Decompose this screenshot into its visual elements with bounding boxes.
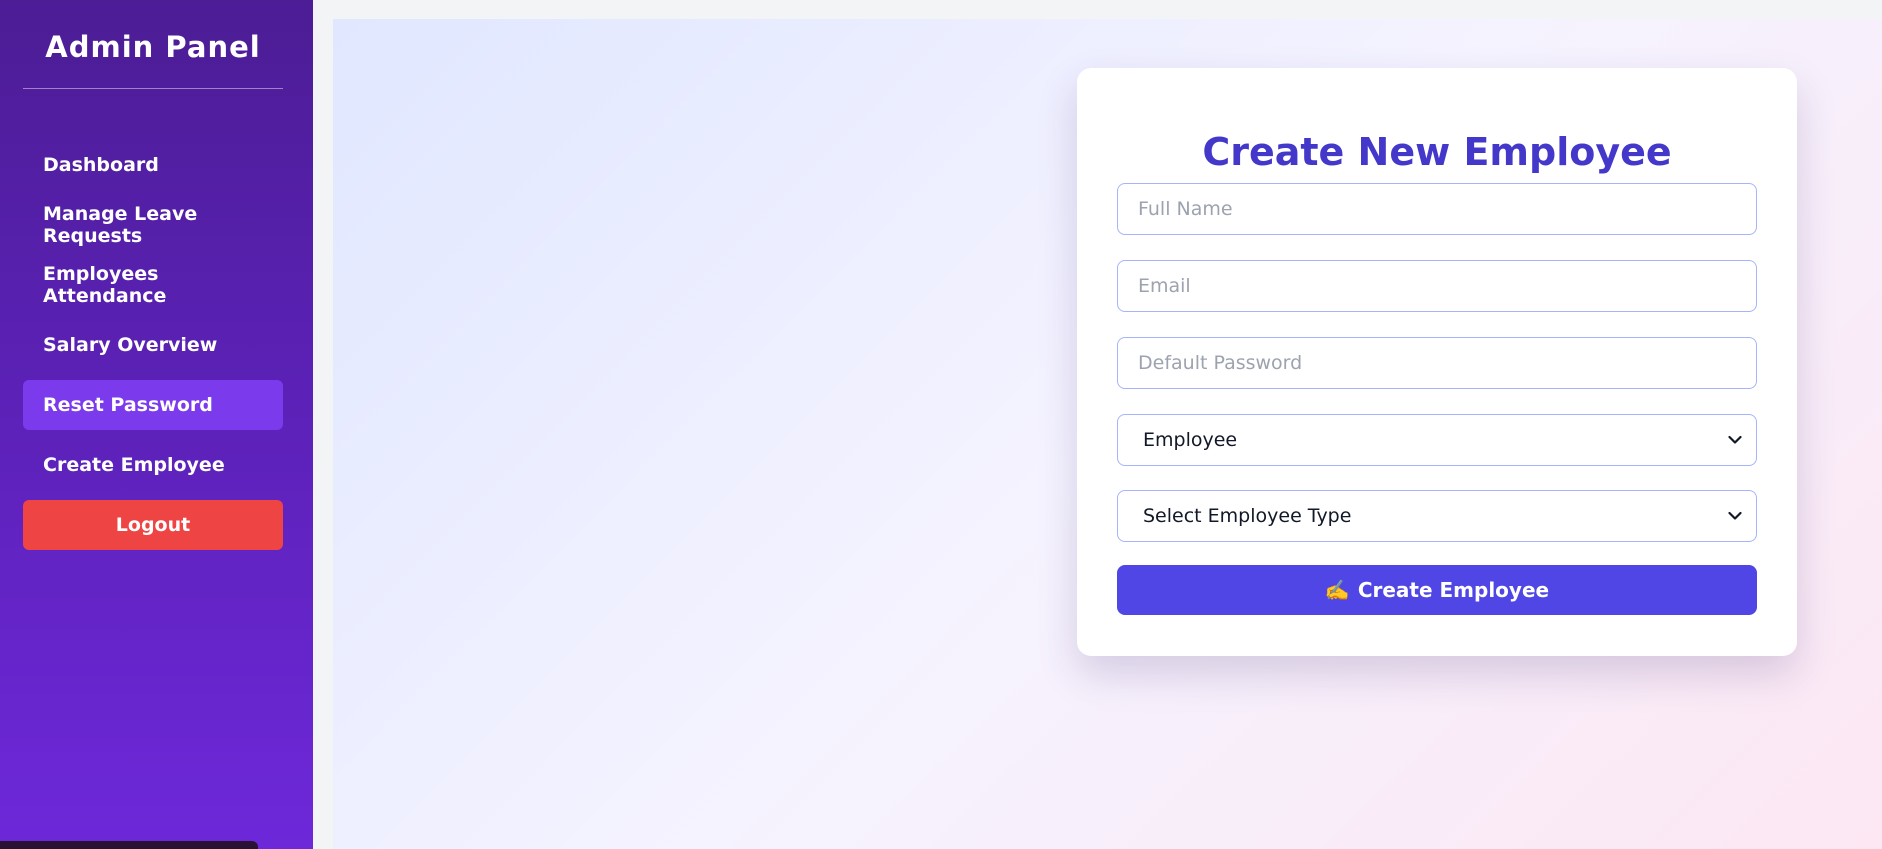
bottom-bar (0, 841, 258, 849)
sidebar-item-dashboard[interactable]: Dashboard (23, 140, 283, 190)
sidebar-item-reset-password[interactable]: Reset Password (23, 380, 283, 430)
writing-hand-icon: ✍️ (1324, 578, 1350, 602)
sidebar-nav: Dashboard Manage Leave Requests Employee… (23, 140, 283, 550)
email-input[interactable] (1117, 260, 1757, 312)
sidebar-divider (23, 88, 283, 89)
employee-type-select-value: Select Employee Type (1143, 505, 1352, 527)
create-employee-button[interactable]: ✍️ Create Employee (1117, 565, 1757, 615)
default-password-input[interactable] (1117, 337, 1757, 389)
sidebar-item-create-employee[interactable]: Create Employee (23, 440, 283, 490)
sidebar-item-employees-attendance[interactable]: Employees Attendance (23, 260, 283, 310)
sidebar-title: Admin Panel (45, 30, 261, 64)
sidebar-item-salary-overview[interactable]: Salary Overview (23, 320, 283, 370)
sidebar: Admin Panel Dashboard Manage Leave Reque… (0, 0, 313, 849)
chevron-down-icon (1726, 507, 1744, 525)
logout-button[interactable]: Logout (23, 500, 283, 550)
page-title: Create New Employee (1202, 130, 1672, 174)
create-employee-button-label: Create Employee (1357, 578, 1550, 602)
create-employee-card: Create New Employee Employee Select Empl… (1077, 68, 1797, 656)
chevron-down-icon (1726, 431, 1744, 449)
role-select-value: Employee (1143, 429, 1238, 451)
full-name-input[interactable] (1117, 183, 1757, 235)
sidebar-item-manage-leave-requests[interactable]: Manage Leave Requests (23, 200, 283, 250)
role-select[interactable]: Employee (1117, 414, 1757, 466)
main-content: Create New Employee Employee Select Empl… (333, 19, 1882, 849)
employee-type-select[interactable]: Select Employee Type (1117, 490, 1757, 542)
